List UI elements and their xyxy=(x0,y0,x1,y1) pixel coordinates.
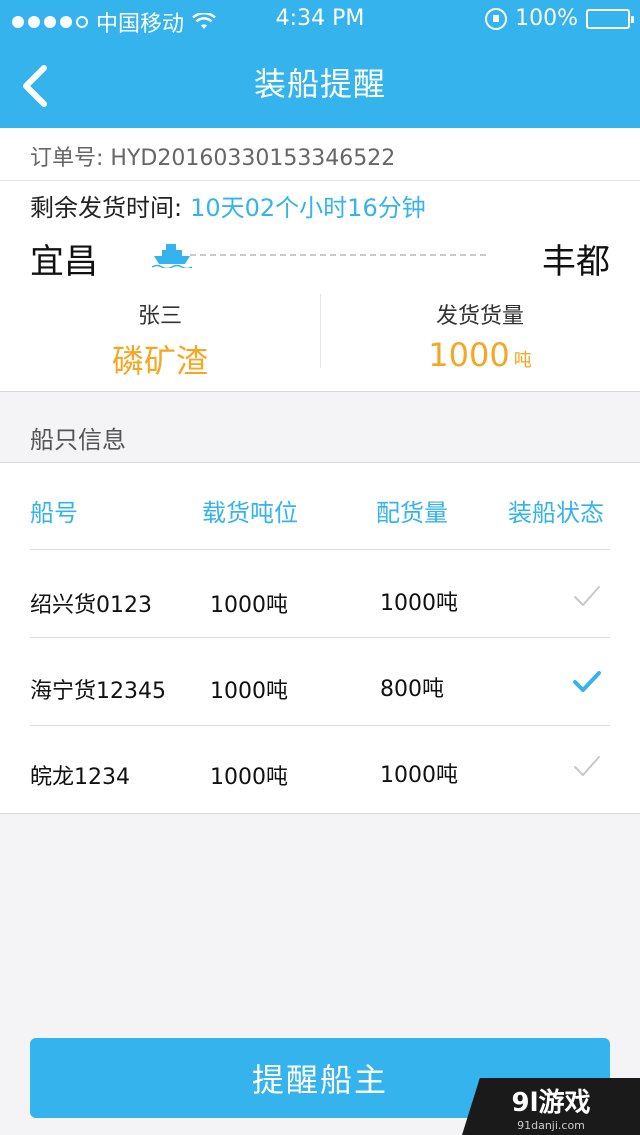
remaining-time: 剩余发货时间: 10天02个小时16分钟 xyxy=(30,188,426,223)
volume-unit: 吨 xyxy=(513,350,532,371)
order-number-value: HYD20160330153346522 xyxy=(110,146,396,171)
route-origin: 宜昌 xyxy=(30,242,98,282)
owner-name: 张三 xyxy=(137,304,182,329)
order-number: 订单号: HYD20160330153346522 xyxy=(30,140,395,172)
wifi-icon xyxy=(192,13,216,29)
order-number-label: 订单号: xyxy=(30,146,104,171)
signal-strength-icon xyxy=(12,16,88,28)
divider xyxy=(30,549,610,550)
check-icon xyxy=(574,756,600,776)
app-header: 中国移动 4:34 PM 100% 装船提醒 xyxy=(0,0,640,128)
remaining-time-label: 剩余发货时间: xyxy=(30,194,183,222)
ship-capacity: 1000吨 xyxy=(210,765,288,790)
battery-icon xyxy=(586,8,634,29)
check-icon xyxy=(574,586,600,606)
ship-name: 海宁货12345 xyxy=(30,679,166,704)
ships-section-title: 船只信息 xyxy=(30,426,126,454)
order-summary: 订单号: HYD20160330153346522 剩余发货时间: 10天02个小… xyxy=(0,128,640,392)
watermark-site: 91danji.com xyxy=(517,1119,585,1132)
header-capacity: 载货吨位 xyxy=(202,499,298,527)
remaining-time-value: 10天02个小时16分钟 xyxy=(190,194,426,222)
divider xyxy=(30,637,610,638)
check-icon xyxy=(573,671,601,692)
volume-value: 1000 xyxy=(428,336,510,374)
route-destination: 丰都 xyxy=(542,242,610,282)
status-bar: 中国移动 4:34 PM 100% xyxy=(0,0,640,40)
ship-name: 皖龙1234 xyxy=(30,765,130,790)
ship-capacity: 1000吨 xyxy=(210,679,288,704)
ship-load: 1000吨 xyxy=(380,763,458,788)
ship-load: 1000吨 xyxy=(380,591,458,616)
volume-label: 发货货量 xyxy=(435,304,524,329)
divider xyxy=(0,180,640,181)
shipment-volume-block: 发货货量 1000 吨 xyxy=(320,294,640,374)
header-status: 装船状态 xyxy=(508,499,604,527)
divider xyxy=(30,725,610,726)
battery-percent: 100% xyxy=(515,6,578,31)
route-line xyxy=(190,254,486,256)
rotation-lock-icon xyxy=(485,7,508,30)
ship-name: 绍兴货0123 xyxy=(30,593,152,618)
page-title: 装船提醒 xyxy=(253,65,386,103)
watermark-brand: 9l游戏 xyxy=(511,1088,591,1118)
header-load: 配货量 xyxy=(376,499,448,527)
ship-icon xyxy=(152,244,192,268)
cargo-owner-block: 张三 磷矿渣 xyxy=(0,294,320,382)
ship-capacity: 1000吨 xyxy=(210,593,288,618)
ships-table: 船号 载货吨位 配货量 装船状态 绍兴货0123 1000吨 1000吨 海宁货… xyxy=(0,462,640,814)
carrier-label: 中国移动 xyxy=(96,12,185,37)
header-ship-number: 船号 xyxy=(30,499,78,527)
ship-load: 800吨 xyxy=(380,677,444,702)
site-watermark: 9l游戏 91danji.com xyxy=(462,1078,640,1135)
cargo-type: 磷矿渣 xyxy=(111,342,208,380)
